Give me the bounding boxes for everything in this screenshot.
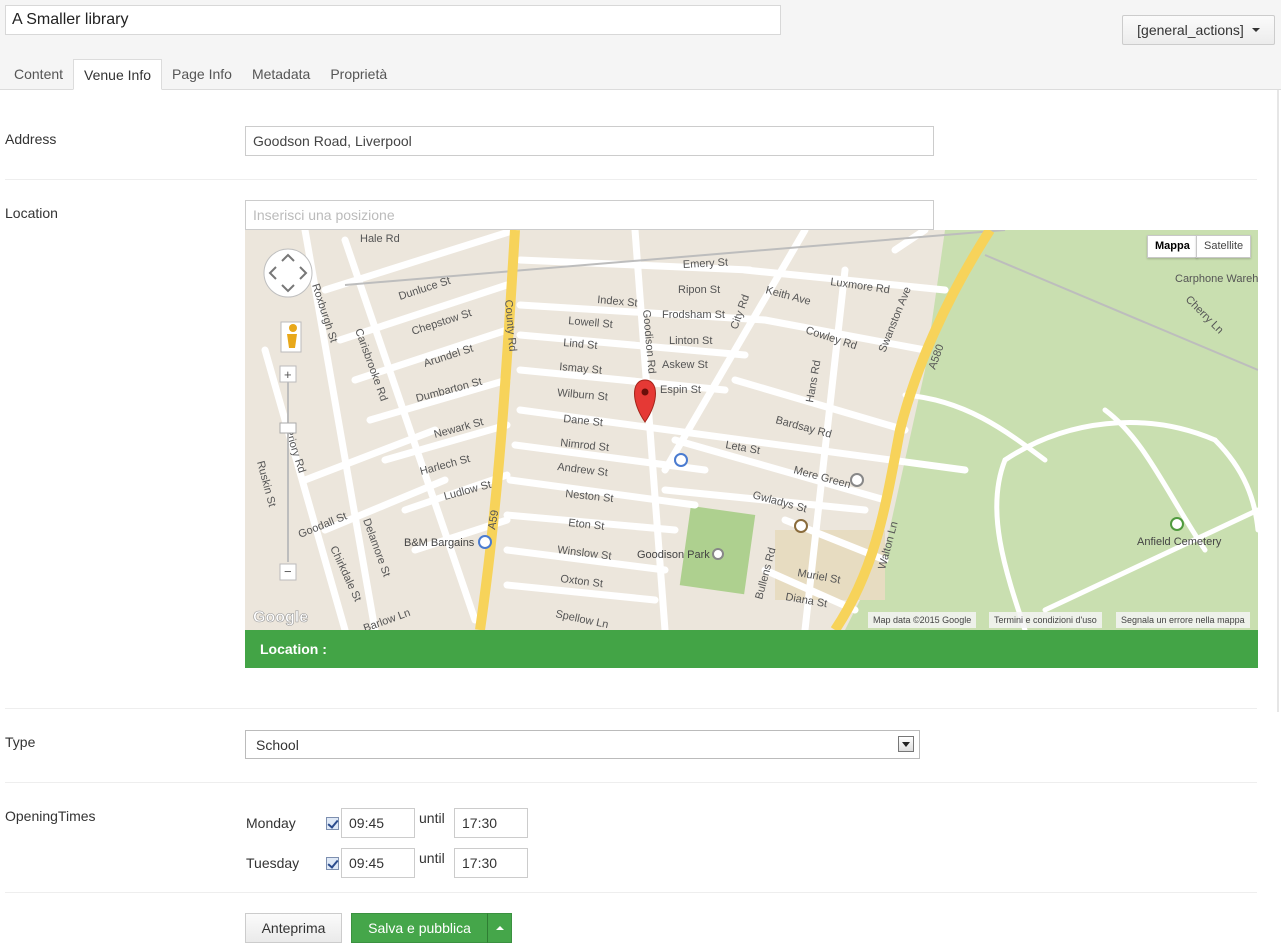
cemetery-poi-icon (1170, 517, 1184, 531)
shopping-poi-icon (478, 535, 492, 549)
tab-metadata[interactable]: Metadata (242, 59, 320, 90)
location-label: Location (5, 205, 58, 221)
divider (5, 179, 1257, 180)
svg-text:+: + (284, 367, 292, 382)
type-select[interactable]: School (245, 730, 920, 759)
tuesday-until-label: until (419, 850, 445, 866)
monday-label: Monday (246, 815, 296, 831)
divider (5, 892, 1257, 893)
type-select-value: School (256, 737, 299, 753)
tuesday-label: Tuesday (246, 855, 300, 871)
svg-text:Anfield Cemetery: Anfield Cemetery (1137, 536, 1222, 548)
location-search-input[interactable] (245, 200, 934, 230)
tab-venue-info[interactable]: Venue Info (73, 59, 162, 90)
save-options-button[interactable] (487, 913, 512, 943)
svg-text:Linton St: Linton St (669, 335, 712, 347)
type-label: Type (5, 734, 36, 750)
pan-control[interactable] (263, 248, 313, 298)
street-view-pegman-icon[interactable] (280, 321, 302, 353)
monday-to-input[interactable]: 17:30 (454, 808, 528, 838)
location-status-bar: Location : (245, 630, 1258, 668)
monday-from-input[interactable]: 09:45 (341, 808, 415, 838)
dropdown-arrow-icon[interactable] (898, 736, 914, 752)
svg-text:Ripon St: Ripon St (678, 284, 720, 296)
divider (5, 708, 1257, 709)
svg-text:Carphone Wareh: Carphone Wareh (1175, 273, 1258, 285)
shop-poi-icon (674, 453, 688, 467)
svg-text:−: − (284, 564, 292, 579)
monday-checkbox[interactable] (326, 817, 339, 830)
tab-page-info[interactable]: Page Info (162, 59, 242, 90)
monday-until-label: until (419, 810, 445, 826)
tab-properties[interactable]: Proprietà (320, 59, 397, 90)
caret-up-icon (495, 926, 504, 930)
caret-down-icon (1251, 28, 1260, 32)
map-type-satellite-button[interactable]: Satellite (1196, 235, 1252, 258)
scrollbar-track[interactable] (1277, 90, 1279, 712)
map-attribution: Map data ©2015 Google (868, 612, 977, 628)
svg-text:B&M Bargains: B&M Bargains (404, 537, 475, 549)
title-input[interactable] (5, 5, 781, 35)
save-publish-button[interactable]: Salva e pubblica (351, 913, 488, 943)
preview-button[interactable]: Anteprima (245, 913, 342, 943)
address-input[interactable] (245, 126, 934, 156)
svg-text:Goodison Park: Goodison Park (637, 549, 710, 561)
divider (5, 782, 1257, 783)
svg-text:Hale Rd: Hale Rd (360, 233, 400, 245)
svg-text:Askew St: Askew St (662, 359, 708, 371)
svg-text:Frodsham St: Frodsham St (662, 309, 725, 321)
map-view[interactable]: Hale Rd Emery St Luxmore Rd Dunluce St I… (245, 230, 1258, 630)
tab-bar: Content Venue Info Page Info Metadata Pr… (4, 59, 397, 90)
svg-text:Espin St: Espin St (660, 384, 701, 396)
stadium-poi-icon (712, 548, 724, 560)
general-actions-button[interactable]: [general_actions] (1122, 15, 1275, 45)
map-type-map-button[interactable]: Mappa (1147, 235, 1198, 258)
opening-times-label: OpeningTimes (5, 808, 96, 824)
tuesday-from-input[interactable]: 09:45 (341, 848, 415, 878)
google-logo: Google (253, 609, 308, 626)
svg-text:Emery St: Emery St (683, 257, 729, 271)
top-bar: [general_actions] Content Venue Info Pag… (0, 0, 1281, 90)
tuesday-to-input[interactable]: 17:30 (454, 848, 528, 878)
tuesday-checkbox[interactable] (326, 857, 339, 870)
address-label: Address (5, 131, 57, 147)
place-poi-icon (850, 473, 864, 487)
general-actions-label: [general_actions] (1137, 22, 1244, 38)
map-report-link[interactable]: Segnala un errore nella mappa (1116, 612, 1250, 628)
map-canvas: Hale Rd Emery St Luxmore Rd Dunluce St I… (245, 230, 1258, 630)
map-terms-link[interactable]: Termini e condizioni d'uso (989, 612, 1102, 628)
school-poi-icon (794, 519, 808, 533)
tab-content[interactable]: Content (4, 59, 73, 90)
